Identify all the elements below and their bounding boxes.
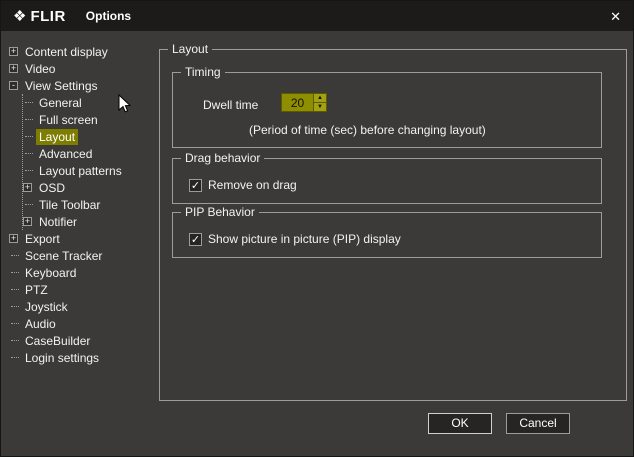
spinner-buttons: ▲ ▼ (314, 93, 327, 112)
layout-groupbox: Layout Timing Dwell time ▲ ▼ (Period of … (159, 42, 627, 401)
flir-logo-icon: ❖ (13, 8, 27, 25)
window-title: Options (85, 9, 132, 23)
tree-item-audio[interactable]: Audio (9, 315, 157, 332)
view-settings-children: General Full screen Layout Advanced Layo… (22, 94, 157, 230)
tree-item-label: Audio (25, 316, 56, 331)
tree-item-label: CaseBuilder (25, 333, 91, 348)
collapse-icon[interactable]: - (9, 81, 18, 90)
tree-item-view-settings[interactable]: - View Settings (9, 77, 157, 94)
dwell-time-stepper: ▲ ▼ (281, 93, 327, 112)
tree-item-label: General (39, 95, 82, 110)
brand-name: FLIR (30, 7, 66, 25)
tree-item-label: OSD (39, 180, 66, 195)
tree-connector-icon (11, 340, 19, 341)
tree-item-osd[interactable]: + OSD (23, 179, 157, 196)
tree-connector-icon (25, 136, 33, 137)
timing-groupbox: Timing Dwell time ▲ ▼ (Period of time (s… (172, 65, 602, 148)
tree-item-content-display[interactable]: + Content display (9, 43, 157, 60)
tree-item-label: View Settings (25, 78, 98, 93)
pip-behavior-groupbox: PIP Behavior ✓ Show picture in picture (… (172, 205, 602, 258)
tree-item-login-settings[interactable]: Login settings (9, 349, 157, 366)
expand-icon[interactable]: + (9, 47, 18, 56)
remove-on-drag-label: Remove on drag (208, 178, 297, 192)
expand-icon[interactable]: + (23, 183, 32, 192)
show-pip-checkbox[interactable]: ✓ (189, 232, 202, 246)
tree-item-ptz[interactable]: PTZ (9, 281, 157, 298)
tree-connector-icon (25, 119, 33, 120)
tree-item-label-selected: Layout (36, 128, 79, 145)
tree-item-scene-tracker[interactable]: Scene Tracker (9, 247, 157, 264)
tree-item-notifier[interactable]: + Notifier (23, 213, 157, 230)
options-dialog: ❖ FLIR Options ✕ + Content display + Vid… (0, 0, 634, 457)
tree-connector-icon (25, 170, 33, 171)
tree-item-label: Content display (25, 44, 108, 59)
tree-item-keyboard[interactable]: Keyboard (9, 264, 157, 281)
expand-icon[interactable]: + (9, 234, 18, 243)
tree-connector-icon (11, 323, 19, 324)
titlebar: ❖ FLIR Options ✕ (1, 1, 633, 31)
dwell-time-hint: (Period of time (sec) before changing la… (249, 123, 486, 137)
tree-connector-icon (11, 289, 19, 290)
dwell-time-label: Dwell time (203, 98, 259, 112)
tree-item-layout[interactable]: Layout (23, 128, 157, 145)
spinner-down-icon[interactable]: ▼ (314, 103, 327, 112)
tree-item-label: Joystick (25, 299, 68, 314)
expand-icon[interactable]: + (23, 217, 32, 226)
tree-connector-icon (25, 204, 33, 205)
tree-item-label: Advanced (39, 146, 93, 161)
tree-item-general[interactable]: General (23, 94, 157, 111)
tree-item-label: Tile Toolbar (39, 197, 101, 212)
drag-behavior-groupbox: Drag behavior ✓ Remove on drag (172, 151, 602, 204)
tree-connector-icon (11, 306, 19, 307)
tree-item-label: Scene Tracker (25, 248, 103, 263)
expand-icon[interactable]: + (9, 64, 18, 73)
tree-item-label: PTZ (25, 282, 48, 297)
tree-connector-icon (25, 153, 33, 154)
tree-item-full-screen[interactable]: Full screen (23, 111, 157, 128)
tree-item-label: Notifier (39, 214, 78, 229)
tree-item-layout-patterns[interactable]: Layout patterns (23, 162, 157, 179)
spinner-up-icon[interactable]: ▲ (314, 93, 327, 103)
tree-item-label: Keyboard (25, 265, 77, 280)
tree-item-video[interactable]: + Video (9, 60, 157, 77)
tree-item-advanced[interactable]: Advanced (23, 145, 157, 162)
drag-behavior-group-title: Drag behavior (181, 151, 265, 165)
dwell-time-input[interactable] (281, 93, 314, 112)
cancel-button[interactable]: Cancel (506, 413, 570, 434)
ok-button[interactable]: OK (428, 413, 492, 434)
tree-item-label: Video (25, 61, 56, 76)
remove-on-drag-option[interactable]: ✓ Remove on drag (189, 178, 297, 192)
pip-behavior-group-title: PIP Behavior (181, 205, 259, 219)
close-icon[interactable]: ✕ (610, 10, 621, 23)
tree-connector-icon (11, 357, 19, 358)
tree-item-label: Layout patterns (39, 163, 122, 178)
layout-group-title: Layout (168, 42, 213, 56)
tree-connector-icon (25, 102, 33, 103)
tree-item-export[interactable]: + Export (9, 230, 157, 247)
show-pip-option[interactable]: ✓ Show picture in picture (PIP) display (189, 232, 401, 246)
tree-connector-icon (11, 272, 19, 273)
timing-group-title: Timing (181, 65, 225, 79)
tree-item-tile-toolbar[interactable]: Tile Toolbar (23, 196, 157, 213)
tree-item-joystick[interactable]: Joystick (9, 298, 157, 315)
tree-item-label: Full screen (39, 112, 98, 127)
tree-item-label: Login settings (25, 350, 100, 365)
remove-on-drag-checkbox[interactable]: ✓ (189, 178, 202, 192)
settings-tree: + Content display + Video - View Setting… (9, 43, 157, 366)
tree-item-casebuilder[interactable]: CaseBuilder (9, 332, 157, 349)
show-pip-label: Show picture in picture (PIP) display (208, 232, 401, 246)
tree-connector-icon (11, 255, 19, 256)
tree-item-label: Export (25, 231, 60, 246)
